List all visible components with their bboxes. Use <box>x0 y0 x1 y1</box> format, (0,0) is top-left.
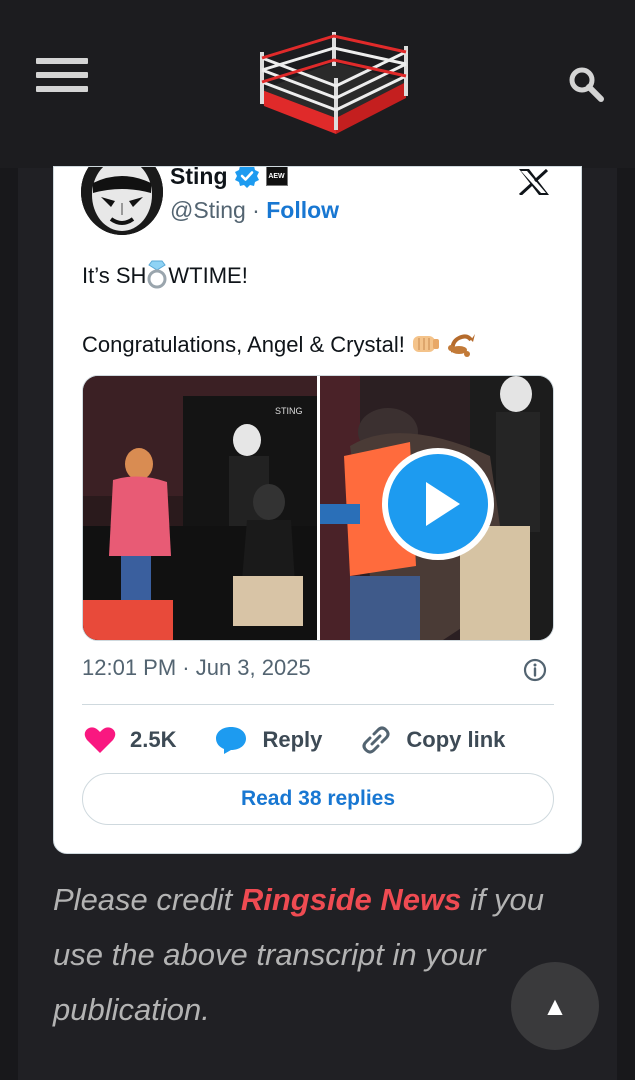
reply-bubble-icon <box>216 727 247 754</box>
fist-bump-emoji-icon <box>412 336 439 352</box>
like-button[interactable]: 2.5K <box>84 726 176 754</box>
arrow-up-icon: ▲ <box>542 990 568 1021</box>
verified-badge-icon <box>234 167 259 188</box>
display-name[interactable]: Sting <box>170 167 228 190</box>
tweet-text-part: Congratulations, Angel & Crystal! <box>82 332 405 357</box>
link-icon <box>362 726 390 754</box>
svg-text:STING: STING <box>275 406 303 416</box>
like-count: 2.5K <box>130 727 177 752</box>
heart-icon <box>84 727 116 753</box>
proposal-photo: STING <box>83 376 317 640</box>
ring-emoji-icon <box>147 260 167 289</box>
scorpion-emoji-icon <box>448 334 476 357</box>
follow-link[interactable]: Follow <box>266 197 339 223</box>
photo-thumbnail-1[interactable]: STING <box>83 376 317 640</box>
reply-button[interactable]: Reply <box>214 725 322 755</box>
author-name-row: Sting AEW <box>170 167 288 190</box>
tweet-text-part: It’s SH <box>82 263 147 288</box>
play-video-button[interactable] <box>381 448 494 560</box>
tweet-text-part: WTIME! <box>168 263 248 288</box>
info-icon[interactable] <box>523 658 547 682</box>
ringside-logo[interactable] <box>248 30 418 138</box>
video-thumbnail[interactable] <box>319 376 553 640</box>
scroll-to-top-button[interactable]: ▲ <box>511 962 599 1050</box>
embedded-tweet[interactable]: Sting AEW @Sting · Follow It’s SH WTIME! … <box>53 166 582 854</box>
handle-separator: · <box>245 197 267 223</box>
read-replies-button[interactable]: Read 38 replies <box>82 773 554 825</box>
copy-link-button[interactable]: Copy link <box>360 724 505 756</box>
user-handle[interactable]: @Sting <box>170 197 246 223</box>
handle-row: @Sting · Follow <box>170 197 339 224</box>
site-header <box>0 0 635 168</box>
search-icon[interactable] <box>568 66 604 102</box>
divider <box>82 704 554 705</box>
x-logo-icon[interactable] <box>516 169 552 195</box>
tweet-line-1: It’s SH WTIME! <box>82 259 562 292</box>
play-icon <box>425 482 460 526</box>
reply-label: Reply <box>262 727 323 752</box>
avatar[interactable] <box>81 166 163 235</box>
credit-text: Please credit <box>53 882 241 917</box>
tweet-actions: 2.5K Reply Copy link <box>84 723 543 757</box>
affiliate-badge-icon[interactable]: AEW <box>265 167 288 186</box>
copy-link-label: Copy link <box>406 727 506 752</box>
ringside-news-link[interactable]: Ringside News <box>241 882 462 917</box>
tweet-media[interactable]: STING <box>82 375 554 641</box>
tweet-line-2: Congratulations, Angel & Crystal! <box>82 328 562 361</box>
tweet-timestamp[interactable]: 12:01 PM · Jun 3, 2025 <box>82 655 311 681</box>
hamburger-menu-icon[interactable] <box>36 58 88 96</box>
